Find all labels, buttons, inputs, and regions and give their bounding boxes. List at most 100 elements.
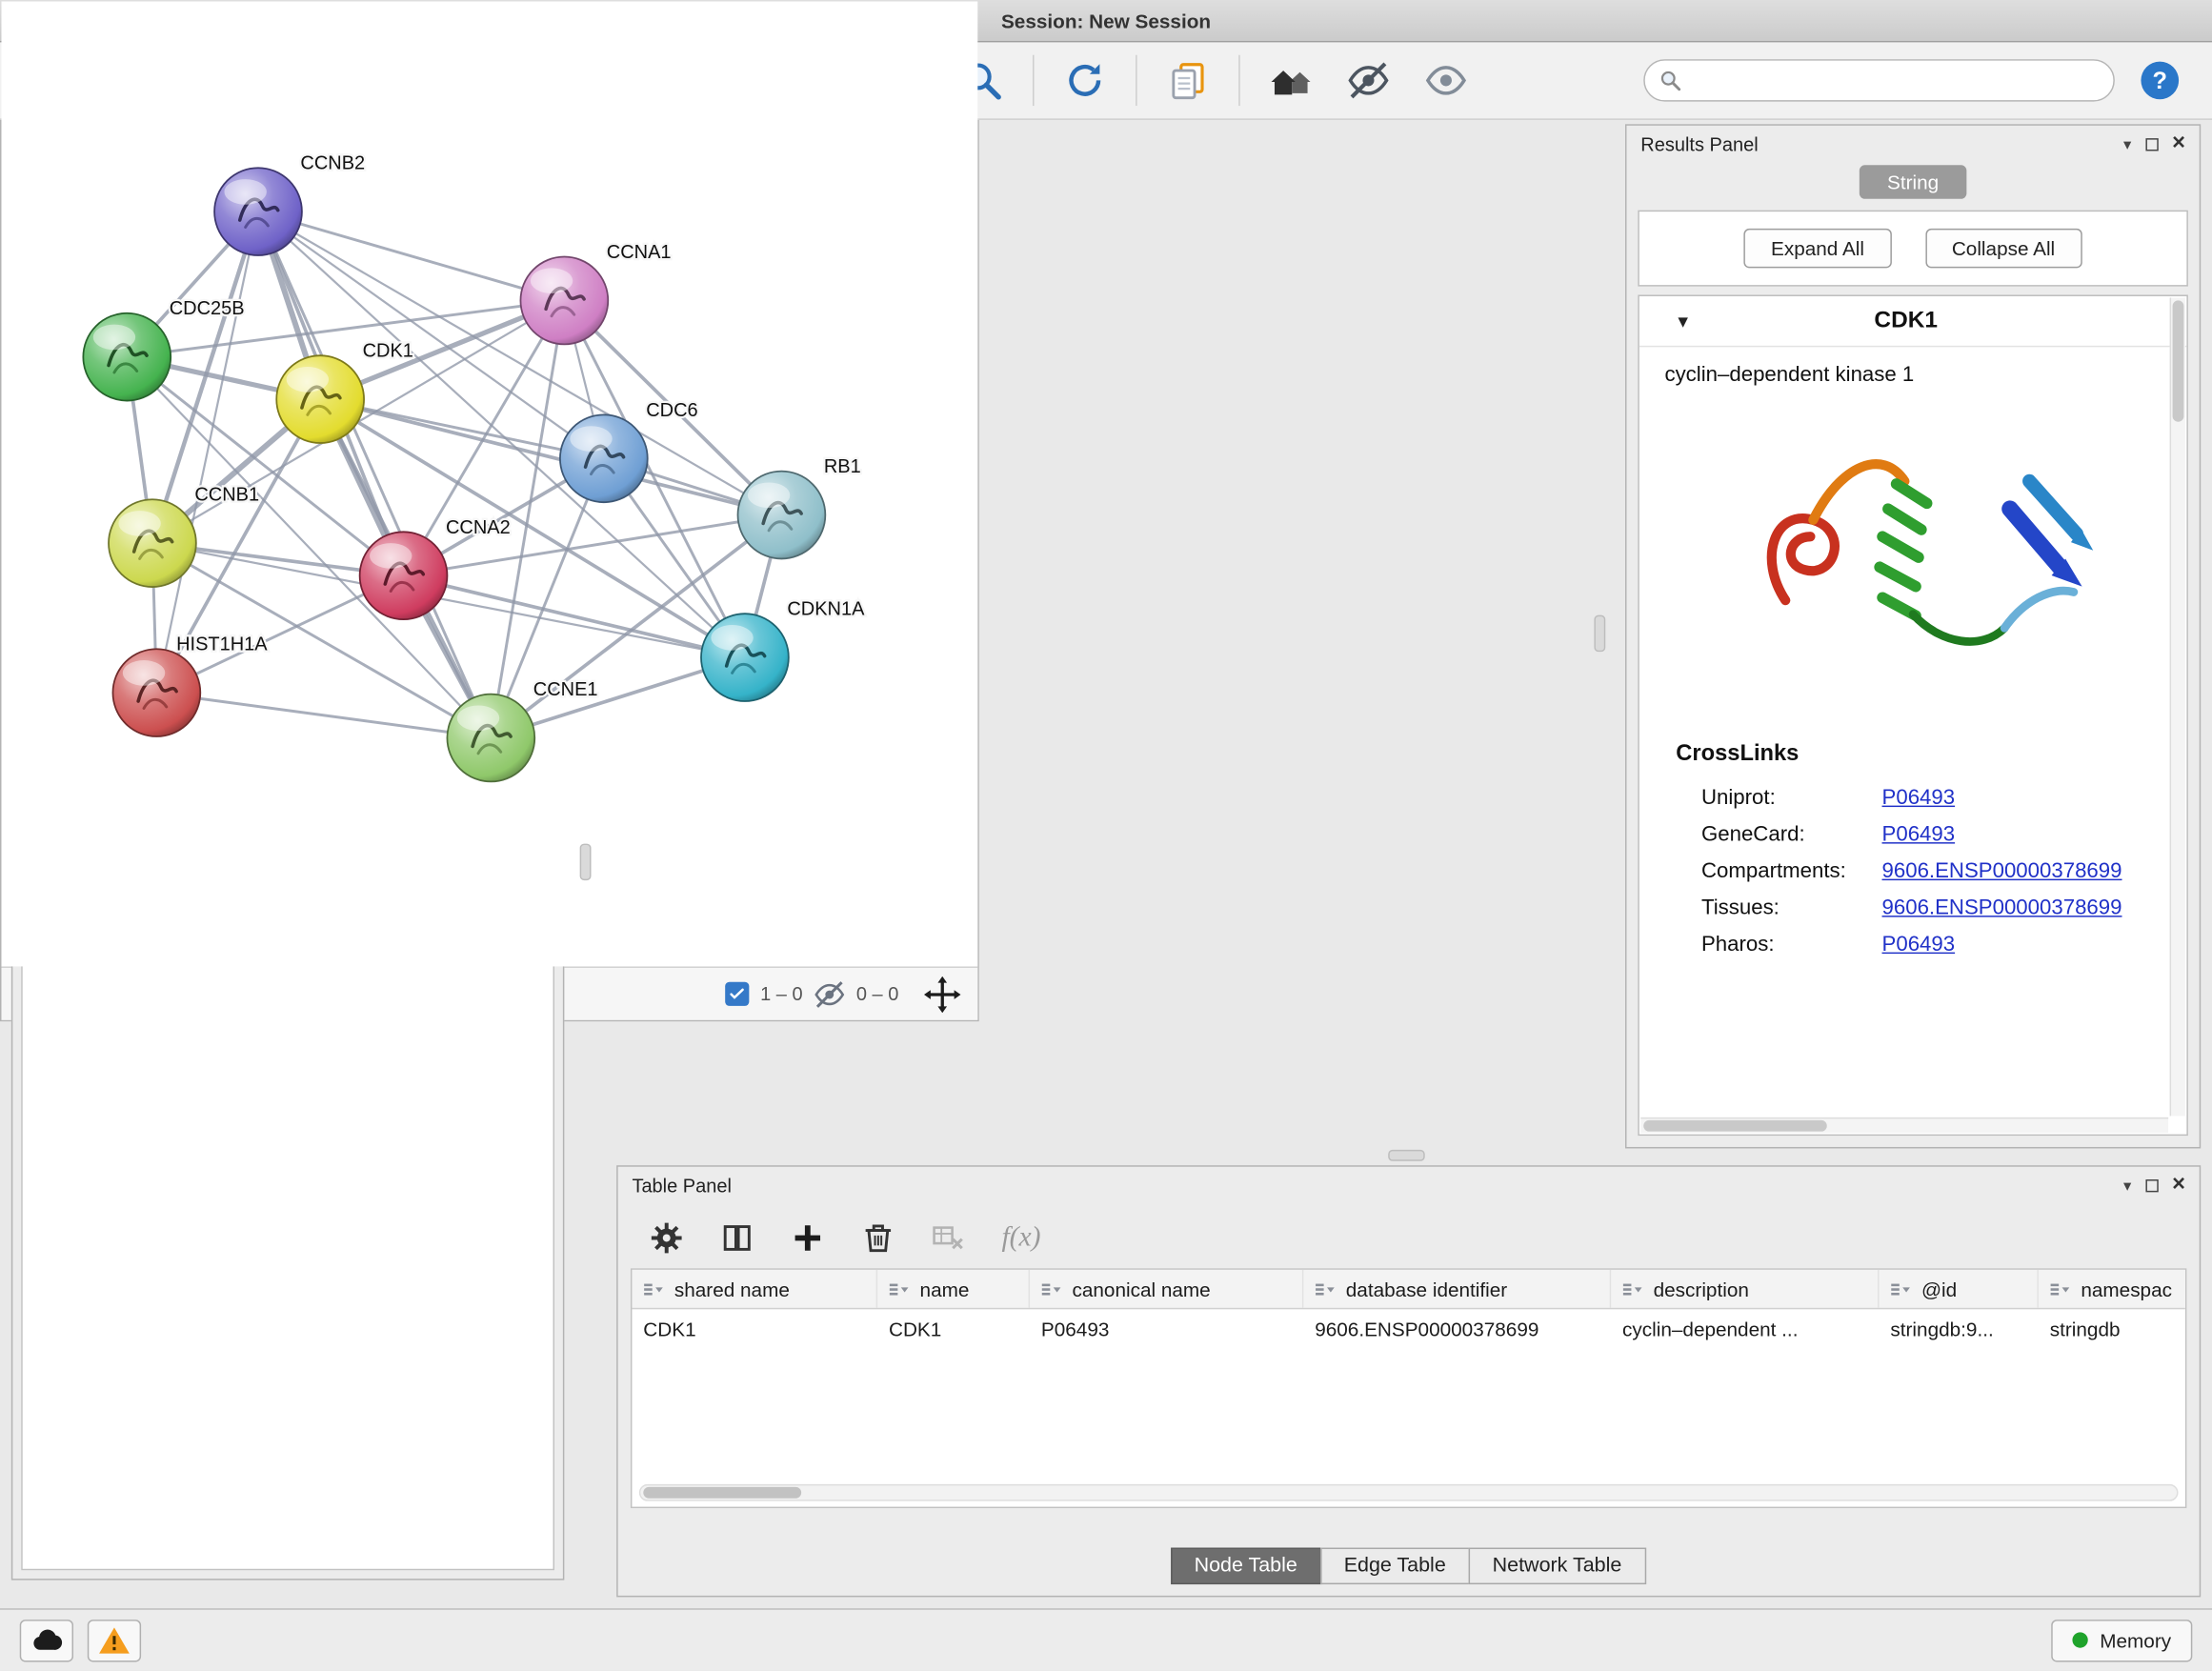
- table-horizontal-scrollbar[interactable]: [639, 1484, 2179, 1501]
- node-label: RB1: [824, 456, 861, 477]
- float-panel-icon[interactable]: [2145, 1178, 2158, 1191]
- close-panel-icon[interactable]: ×: [2172, 132, 2185, 155]
- crosslink-label: GeneCard:: [1701, 822, 1882, 846]
- edge-CCNA2-CDKN1A[interactable]: [404, 575, 745, 657]
- network-node-CDK1[interactable]: CDK1: [276, 341, 413, 443]
- column-header-label: @id: [1921, 1278, 1957, 1300]
- clone-network-button[interactable]: [1156, 50, 1220, 111]
- column-header-shared-name[interactable]: shared name: [632, 1270, 877, 1308]
- results-panel: Results Panel ▾ × String Expand All Coll…: [1625, 124, 2201, 1148]
- function-builder-button[interactable]: f(x): [994, 1221, 1041, 1254]
- home-button[interactable]: [1258, 50, 1323, 111]
- column-header-label: name: [920, 1278, 970, 1300]
- hidden-items-eye-slash-icon[interactable]: [814, 978, 845, 1010]
- edge-CCNB2-CCNA1[interactable]: [258, 211, 564, 300]
- string-results-tab[interactable]: String: [1859, 165, 1966, 199]
- show-annotations-button[interactable]: [1414, 50, 1478, 111]
- results-panel-title: Results Panel: [1640, 133, 1758, 154]
- network-canvas[interactable]: CCNB2CCNA1CDC25BCDK1CDC6RB1CCNB1CCNA2CDK…: [1, 1, 977, 966]
- selected-items-checkbox[interactable]: [725, 982, 749, 1006]
- network-node-CCNB1[interactable]: CCNB1: [109, 485, 259, 587]
- node-label: HIST1H1A: [176, 634, 268, 655]
- delete-table-button[interactable]: [923, 1212, 974, 1262]
- crosslinks-title: CrossLinks: [1639, 725, 2187, 778]
- table-cell[interactable]: CDK1: [632, 1309, 877, 1348]
- show-columns-button[interactable]: [711, 1212, 761, 1262]
- warnings-button[interactable]: [88, 1619, 141, 1661]
- crosslink-link[interactable]: P06493: [1882, 822, 1956, 846]
- crosslink-link[interactable]: 9606.ENSP00000378699: [1882, 896, 2122, 919]
- collapse-all-button[interactable]: Collapse All: [1925, 229, 2082, 268]
- column-header-canonical-name[interactable]: canonical name: [1030, 1270, 1303, 1308]
- network-node-HIST1H1A[interactable]: HIST1H1A: [112, 634, 268, 736]
- eye-icon: [1425, 59, 1467, 101]
- search-icon: [1659, 70, 1682, 92]
- network-node-CCNA1[interactable]: CCNA1: [520, 242, 671, 344]
- crosslink-link[interactable]: P06493: [1882, 932, 1956, 956]
- right-splitter-handle[interactable]: [1594, 615, 1605, 653]
- search-input[interactable]: [1690, 70, 2099, 92]
- float-menu-icon[interactable]: ▾: [2123, 134, 2131, 152]
- column-header-namespac[interactable]: namespac: [2039, 1270, 2186, 1308]
- close-panel-icon[interactable]: ×: [2172, 1174, 2185, 1197]
- table-panel: Table Panel ▾ × f(x) shared namenamecano…: [616, 1165, 2201, 1597]
- sort-icon: [889, 1280, 910, 1298]
- sort-icon: [1315, 1280, 1336, 1298]
- network-node-CCNB2[interactable]: CCNB2: [214, 153, 365, 255]
- sort-icon: [2050, 1280, 2071, 1298]
- network-node-CDKN1A[interactable]: CDKN1A: [701, 599, 865, 701]
- crosslink-link[interactable]: P06493: [1882, 785, 1956, 809]
- edge-CCNB2-CCNE1[interactable]: [258, 211, 491, 737]
- edge-layer: [127, 211, 781, 737]
- column-header-database-identifier[interactable]: database identifier: [1303, 1270, 1611, 1308]
- gene-symbol: CDK1: [1676, 308, 2136, 334]
- column-header-description[interactable]: description: [1611, 1270, 1879, 1308]
- float-menu-icon[interactable]: ▾: [2123, 1176, 2131, 1194]
- results-horizontal-scrollbar[interactable]: [1640, 1117, 2168, 1133]
- hide-annotations-button[interactable]: [1336, 50, 1400, 111]
- column-header-id[interactable]: @id: [1880, 1270, 2039, 1308]
- trash-icon: [860, 1219, 895, 1255]
- column-header-label: namespac: [2081, 1278, 2172, 1300]
- table-options-gear-button[interactable]: [640, 1212, 691, 1262]
- left-splitter-handle[interactable]: [580, 844, 592, 881]
- network-node-RB1[interactable]: RB1: [738, 456, 861, 558]
- horizontal-splitter-handle[interactable]: [1388, 1150, 1425, 1161]
- expand-all-button[interactable]: Expand All: [1744, 229, 1891, 268]
- table-tab-node-table[interactable]: Node Table: [1170, 1548, 1321, 1585]
- create-column-button[interactable]: [781, 1212, 832, 1262]
- table-cell[interactable]: 9606.ENSP00000378699: [1303, 1309, 1611, 1348]
- results-vertical-scrollbar[interactable]: [2170, 297, 2185, 1116]
- results-actions: Expand All Collapse All: [1638, 211, 2188, 287]
- table-tab-network-table[interactable]: Network Table: [1468, 1548, 1645, 1585]
- gene-details-box: ▼ CDK1 cyclin–dependent kinase 1 CrossLi…: [1638, 295, 2188, 1137]
- network-view-panel: CCNB2CCNA1CDC25BCDK1CDC6RB1CCNB1CCNA2CDK…: [0, 0, 979, 1021]
- table-cell[interactable]: CDK1: [877, 1309, 1030, 1348]
- table-cell[interactable]: cyclin–dependent ...: [1611, 1309, 1879, 1348]
- protein-structure-image: [1733, 406, 2094, 722]
- cloud-status-button[interactable]: [20, 1619, 73, 1661]
- network-canvas-container: CCNB2CCNA1CDC25BCDK1CDC6RB1CCNB1CCNA2CDK…: [1, 1, 977, 966]
- memory-button[interactable]: Memory: [2052, 1619, 2192, 1661]
- crosslink-label: Tissues:: [1701, 896, 1882, 919]
- help-button[interactable]: [2127, 50, 2192, 111]
- edge-CDK1-RB1[interactable]: [320, 399, 781, 514]
- table-cell[interactable]: stringdb: [2039, 1309, 2186, 1348]
- sort-icon: [1890, 1280, 1911, 1298]
- refresh-view-button[interactable]: [1053, 50, 1117, 111]
- table-tab-edge-table[interactable]: Edge Table: [1320, 1548, 1470, 1585]
- crosslink-link[interactable]: 9606.ENSP00000378699: [1882, 858, 2122, 882]
- gene-section-header[interactable]: ▼ CDK1: [1639, 296, 2187, 347]
- edge-HIST1H1A-CCNE1[interactable]: [156, 693, 491, 737]
- table-delete-icon: [930, 1220, 967, 1255]
- column-header-name[interactable]: name: [877, 1270, 1030, 1308]
- table-cell[interactable]: stringdb:9...: [1880, 1309, 2039, 1348]
- edge-CCNB2-HIST1H1A[interactable]: [156, 211, 258, 693]
- table-cell[interactable]: P06493: [1030, 1309, 1303, 1348]
- float-panel-icon[interactable]: [2145, 137, 2158, 150]
- delete-column-button[interactable]: [852, 1212, 902, 1262]
- table-row[interactable]: CDK1CDK1P064939606.ENSP00000378699cyclin…: [632, 1309, 2184, 1348]
- pan-crosshair-icon[interactable]: [924, 976, 961, 1013]
- network-node-CDC6[interactable]: CDC6: [560, 400, 698, 502]
- crosslink-label: Pharos:: [1701, 932, 1882, 956]
